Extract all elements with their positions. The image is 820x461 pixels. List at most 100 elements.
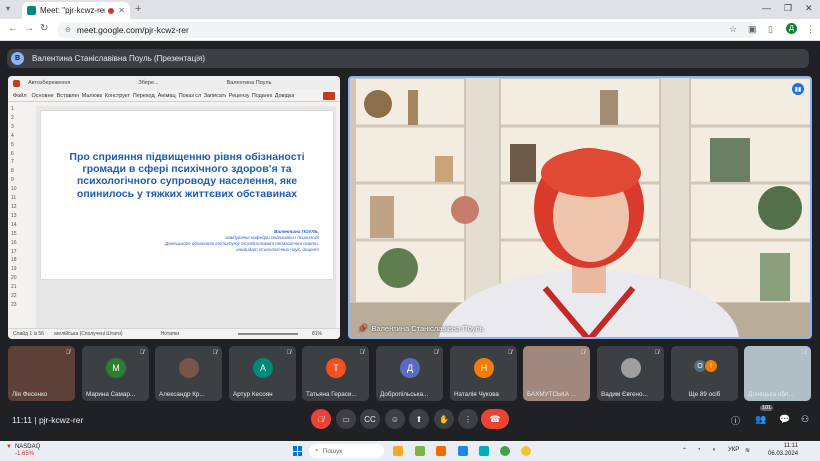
windows-taskbar: ▼ NASDAQ -1.65% ⌕ Пошук ⌃ ◔ ◖ УКР ≋ 11:11 … (0, 441, 820, 461)
whatsapp-icon[interactable] (500, 446, 510, 456)
shared-screen-tile[interactable]: Автозбереження Збере... Валентина Поуль … (8, 76, 340, 339)
participant-tile[interactable]: 🎙̸ А Артур Кесоян (229, 346, 296, 401)
speaker-video-tile[interactable]: ▮▮ 📌 Валентина Станіславівна Поуль (348, 76, 812, 339)
participant-tile[interactable]: 🎙̸ БАХМУТСЬКА ... (523, 346, 590, 401)
meeting-time-code: 11:11 | pjr-kcwz-rer (12, 415, 84, 425)
slide-author-block: Валентина ПОУЛЬ, завідувачка кафедри пед… (119, 229, 319, 253)
mic-off-icon: 🎙̸ (507, 350, 513, 356)
slide-numbers: 1 2 3 4 5 6 7 8 9 10 11 12 13 14 15 16 1… (11, 106, 17, 308)
maximize-icon[interactable]: ❐ (784, 3, 792, 14)
mic-off-icon: 🎙̸ (212, 350, 218, 356)
minimize-icon[interactable]: — (762, 3, 771, 13)
ppt-menu-item: Вставлення (56, 92, 79, 99)
mic-off-icon: 🎙̸ (654, 350, 660, 356)
close-tab-icon[interactable]: ✕ (118, 6, 125, 15)
raise-hand-button[interactable]: ✋ (434, 409, 454, 429)
people-icon[interactable]: 👥 (755, 414, 766, 425)
forward-icon[interactable]: → (24, 23, 34, 34)
speaker-name: Валентина Станіславівна Поуль (371, 324, 484, 333)
edge-icon[interactable] (458, 446, 468, 456)
search-icon: ⌕ (315, 447, 319, 454)
taskbar-clock[interactable]: 11:11 06.03.2024 (768, 443, 798, 458)
participant-tile[interactable]: 🎙̸ Донецька обл... (744, 346, 811, 401)
chat-icon[interactable]: 💬 (779, 414, 790, 425)
present-button[interactable]: ⬆ (409, 409, 429, 429)
url-text: meet.google.com/pjr-kcwz-rer (76, 25, 189, 35)
stock-widget[interactable]: ▼ NASDAQ -1.65% (6, 444, 40, 458)
participant-tile[interactable]: 🎙̸ М Марина Самар... (82, 346, 149, 401)
site-info-icon[interactable]: ⊝ (65, 26, 71, 34)
ppt-menu-item: Малювання (81, 92, 102, 99)
recording-icon (108, 7, 115, 14)
participant-name: Наталія Чукова (454, 391, 499, 398)
chrome-icon[interactable] (521, 446, 531, 456)
network-icon[interactable]: ◔ (697, 447, 701, 453)
presentation-banner: В Валентина Станіславівна Поуль (Презент… (7, 49, 809, 68)
reload-icon[interactable]: ↻ (40, 23, 48, 34)
menu-icon[interactable]: ⋮ (806, 24, 815, 35)
tab-search-icon[interactable]: ▾ (6, 4, 10, 13)
ticker-name: NASDAQ (14, 444, 41, 450)
clock-time: 11:11 (783, 443, 799, 449)
captions-button[interactable]: CC (360, 409, 380, 429)
participant-tile[interactable]: 🎙̸ Н Наталія Чукова (450, 346, 517, 401)
camera-icon: ▭ (342, 414, 350, 424)
bookmark-star-icon[interactable]: ☆ (729, 24, 737, 35)
profile-avatar[interactable]: Д (786, 23, 797, 34)
participant-tile[interactable]: 🎙̸ Вадим Євгено... (597, 346, 664, 401)
participant-tile[interactable]: 🎙̸ Александр Кр... (155, 346, 222, 401)
ppt-menu-item: Довідка (274, 92, 295, 99)
present-screen-icon: ⬆ (415, 414, 423, 424)
participant-tile[interactable]: 🎙̸ Д Добропільська... (376, 346, 443, 401)
camera-button[interactable]: ▭ (336, 409, 356, 429)
author-line-3: кандидат психологічних наук, доцент (236, 247, 319, 252)
stock-down-icon: ▼ (6, 444, 12, 450)
tray-chevron-icon[interactable]: ⌃ (682, 447, 687, 454)
participant-count-badge: 101 (760, 405, 774, 411)
ppt-menu-item: Рецензування (228, 92, 249, 99)
meeting-info-icon[interactable]: ⓘ (731, 414, 740, 427)
participant-avatar: І (704, 359, 718, 373)
participant-name: БАХМУТСЬКА ... (527, 391, 577, 398)
close-window-icon[interactable]: ✕ (805, 3, 813, 14)
activities-icon[interactable]: ⚇ (801, 414, 809, 425)
tab-title: Meet: "pjr-kcwz-rer" (40, 6, 106, 15)
leave-call-button[interactable]: ☎ (481, 409, 509, 429)
wifi-icon[interactable]: ≋ (745, 447, 750, 454)
browser-tab[interactable]: Meet: "pjr-kcwz-rer" ✕ (22, 2, 130, 19)
keyboard-language[interactable]: УКР (728, 447, 739, 453)
mic-off-button[interactable]: 🎙̸ (311, 409, 331, 429)
pin-icon[interactable]: 📌 (358, 324, 367, 333)
more-participants-tile[interactable]: О І Ще 89 осіб (671, 346, 738, 401)
address-bar[interactable]: ⊝ meet.google.com/pjr-kcwz-rer (57, 22, 757, 38)
store-icon[interactable] (436, 446, 446, 456)
slide-thumbnail-pane: 1 2 3 4 5 6 7 8 9 10 11 12 13 14 15 16 1… (8, 102, 34, 328)
ppt-menu-item: Подання (251, 92, 272, 99)
camera-indicator-icon[interactable]: ▣ (748, 24, 757, 35)
reactions-button[interactable]: ☺ (385, 409, 405, 429)
volume-icon[interactable]: ◖ (712, 447, 716, 453)
participant-tile[interactable]: 🎙̸ Лія Фесенко (8, 346, 75, 401)
back-icon[interactable]: ← (8, 23, 18, 34)
search-placeholder: Пошук (322, 447, 343, 455)
slide-editor: Про сприяння підвищенню рівня обізнаност… (36, 106, 336, 330)
ppt-ribbon-menu: Файл Основне Вставлення Малювання Констр… (8, 90, 340, 102)
ppt-menu-item: Записати (203, 92, 226, 99)
new-tab-icon[interactable]: + (135, 3, 141, 15)
mic-off-icon: 🎙̸ (359, 350, 365, 356)
mic-off-icon: 🎙̸ (433, 350, 439, 356)
presentation-title: Валентина Станіславівна Поуль (Презентац… (32, 54, 205, 63)
hangup-icon: ☎ (489, 413, 501, 424)
participant-name: Артур Кесоян (233, 391, 273, 398)
ppt-menu-item: Основне (31, 92, 54, 99)
start-windows-icon[interactable] (293, 446, 303, 456)
file-explorer-icon[interactable] (393, 446, 403, 456)
participant-avatar: Н (474, 358, 494, 378)
taskbar-search[interactable]: ⌕ Пошук (309, 444, 384, 458)
participant-tile[interactable]: 🎙̸ Т Татьяна Гераси... (302, 346, 369, 401)
participant-avatar: А (253, 358, 273, 378)
copilot-icon[interactable] (415, 446, 425, 456)
more-options-button[interactable]: ⋮ (458, 409, 478, 429)
telegram-icon[interactable] (479, 446, 489, 456)
side-panel-icon[interactable]: ▯ (768, 24, 773, 35)
